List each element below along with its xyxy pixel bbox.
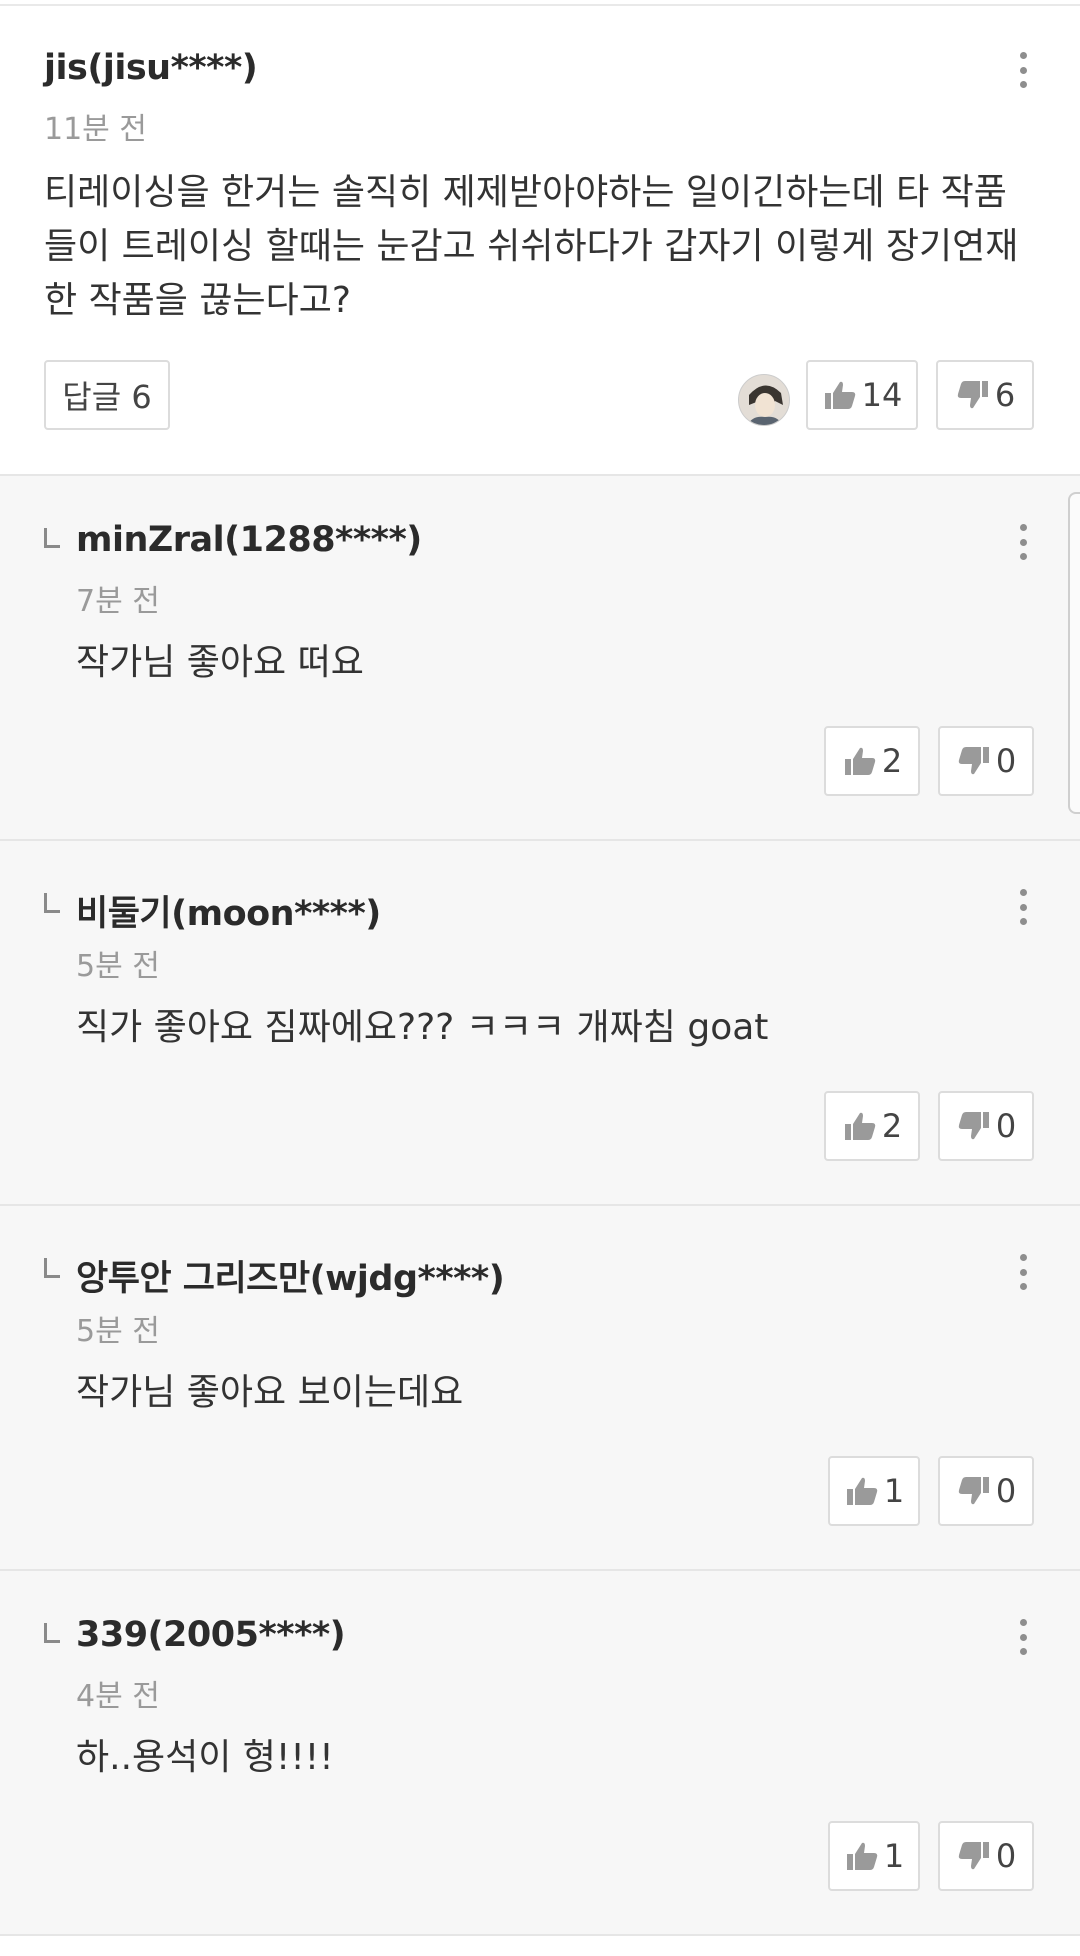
like-count: 2 xyxy=(881,742,903,780)
dislike-count: 6 xyxy=(994,376,1016,414)
reply-indicator-icon xyxy=(44,893,60,913)
comment-text-line: 티레이싱을 한거는 솔직히 제제받아야하는 일이긴하는데 타 작품 xyxy=(44,172,1007,213)
like-count: 1 xyxy=(883,1472,905,1510)
thumbs-down-icon xyxy=(958,1842,989,1870)
reply-indicator-icon xyxy=(44,528,60,548)
more-options-icon[interactable] xyxy=(1008,885,1038,929)
reply-text: 작가님 좋아요 보이는데요 xyxy=(76,1372,464,1413)
like-count: 1 xyxy=(883,1837,905,1875)
reply-text: 작가님 좋아요 떠요 xyxy=(76,642,364,683)
thumbs-down-icon xyxy=(958,1477,989,1505)
reply-count-button[interactable]: 답글 6 xyxy=(44,360,170,430)
comment-text-line: 한 작품을 끊는다고? xyxy=(44,280,351,321)
reply-author[interactable]: 비둘기(moon****) xyxy=(76,885,381,936)
reply-text: 직가 좋아요 짐짜에요??? ㅋㅋㅋ 개짜침 goat xyxy=(76,1007,769,1048)
reply-time: 5분 전 xyxy=(76,1314,160,1349)
comment-thread: jis(jisu****) 11분 전 티레이싱을 한거는 솔직히 제제받아야하… xyxy=(0,0,1080,1956)
reply-card: 339(2005****) 4분 전 하..용석이 형!!!! 1 0 xyxy=(0,1571,1080,1936)
reply-count-label: 답글 6 xyxy=(62,378,152,416)
comment-card: jis(jisu****) 11분 전 티레이싱을 한거는 솔직히 제제받아야하… xyxy=(0,6,1080,476)
dislike-count: 0 xyxy=(995,1472,1017,1510)
reply-time: 5분 전 xyxy=(76,949,160,984)
dislike-count: 0 xyxy=(995,1837,1017,1875)
reply-time: 7분 전 xyxy=(76,584,160,619)
scrollbar-handle[interactable] xyxy=(1068,492,1080,814)
thumbs-up-icon xyxy=(844,1112,876,1140)
thumbs-up-icon xyxy=(846,1477,878,1505)
reply-text: 하..용석이 형!!!! xyxy=(76,1737,334,1778)
thumbs-down-icon xyxy=(957,381,988,409)
reply-indicator-icon xyxy=(44,1258,60,1278)
more-options-icon[interactable] xyxy=(1008,48,1038,92)
thumbs-up-icon xyxy=(824,381,855,409)
dislike-button[interactable]: 0 xyxy=(938,1091,1034,1161)
comment-text-line: 들이 트레이싱 할때는 눈감고 쉬쉬하다가 갑자기 이렇게 장기연재 xyxy=(44,226,1019,267)
reply-card: minZral(1288****) 7분 전 작가님 좋아요 떠요 2 0 xyxy=(0,476,1080,841)
reply-time: 4분 전 xyxy=(76,1679,160,1714)
thumbs-down-icon xyxy=(958,747,989,775)
reply-card: 비둘기(moon****) 5분 전 직가 좋아요 짐짜에요??? ㅋㅋㅋ 개짜… xyxy=(0,841,1080,1206)
comment-author[interactable]: jis(jisu****) xyxy=(44,48,258,88)
more-options-icon[interactable] xyxy=(1008,520,1038,564)
comment-time: 11분 전 xyxy=(44,112,147,147)
thumbs-down-icon xyxy=(958,1112,989,1140)
comment-text: 티레이싱을 한거는 솔직히 제제받아야하는 일이긴하는데 타 작품 들이 트레이… xyxy=(44,166,1044,328)
dislike-count: 0 xyxy=(995,742,1017,780)
reply-indicator-icon xyxy=(44,1623,60,1643)
more-options-icon[interactable] xyxy=(1008,1615,1038,1659)
reply-author[interactable]: 앙투안 그리즈만(wjdg****) xyxy=(76,1250,505,1301)
dislike-button[interactable]: 0 xyxy=(938,1821,1034,1891)
like-button[interactable]: 14 xyxy=(806,360,918,430)
dislike-button[interactable]: 0 xyxy=(938,1456,1034,1526)
like-button[interactable]: 2 xyxy=(824,1091,920,1161)
like-count: 14 xyxy=(861,376,903,414)
thumbs-up-icon xyxy=(846,1842,878,1870)
avatar xyxy=(738,374,790,426)
reply-card: 앙투안 그리즈만(wjdg****) 5분 전 작가님 좋아요 보이는데요 1 … xyxy=(0,1206,1080,1571)
like-button[interactable]: 1 xyxy=(828,1456,920,1526)
dislike-count: 0 xyxy=(995,1107,1017,1145)
dislike-button[interactable]: 6 xyxy=(936,360,1034,430)
thumbs-up-icon xyxy=(844,747,876,775)
reply-author[interactable]: minZral(1288****) xyxy=(76,520,422,560)
like-count: 2 xyxy=(881,1107,903,1145)
like-button[interactable]: 1 xyxy=(828,1821,920,1891)
reply-author[interactable]: 339(2005****) xyxy=(76,1615,346,1655)
dislike-button[interactable]: 0 xyxy=(938,726,1034,796)
like-button[interactable]: 2 xyxy=(824,726,920,796)
more-options-icon[interactable] xyxy=(1008,1250,1038,1294)
